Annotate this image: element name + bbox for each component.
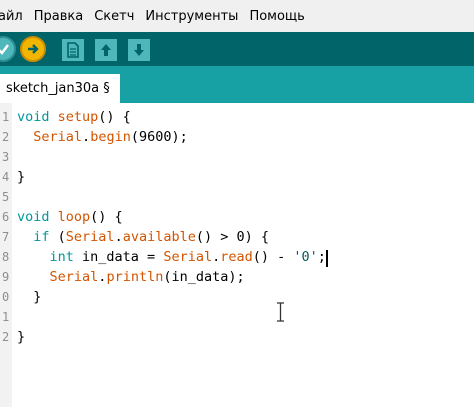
save-button[interactable] [128, 39, 150, 61]
tab-sketch[interactable]: sketch_jan30a § [0, 74, 120, 103]
menu-file[interactable]: айл [0, 9, 27, 24]
arrow-right-icon [28, 44, 39, 54]
line-number: 5 [2, 190, 10, 204]
tab-strip: sketch_jan30a § [0, 66, 474, 103]
text-caret [326, 250, 328, 267]
line-number: 3 [2, 150, 10, 164]
code-line: void setup() { [17, 109, 131, 125]
file-icon [67, 42, 79, 58]
line-number: 2 [2, 130, 10, 144]
menu-sketch[interactable]: Скетч [90, 9, 138, 24]
code-line: Serial.println(in_data); [49, 269, 245, 285]
verify-button[interactable] [0, 36, 16, 62]
line-number: 6 [2, 210, 10, 224]
check-icon [0, 44, 9, 55]
code-line: Serial.begin(9600); [33, 129, 188, 145]
text-cursor-icon [277, 302, 284, 322]
toolbar [0, 32, 474, 66]
code-line: int in_data = Serial.read() - '0'; [49, 249, 326, 265]
arrow-down-icon [134, 44, 144, 56]
upload-button[interactable] [20, 36, 46, 62]
line-number: 2 [2, 330, 10, 344]
line-number: 4 [2, 170, 10, 184]
line-number: 7 [2, 230, 10, 244]
line-number: 1 [2, 310, 10, 324]
code-line: } [17, 169, 26, 185]
code-line: } [17, 329, 26, 345]
code-editor[interactable]: 1 2 3 4 5 6 7 8 9 0 1 2 void setup() { S… [0, 103, 474, 407]
code-line: if (Serial.available() > 0) { [33, 229, 270, 245]
arrow-up-icon [101, 44, 111, 56]
menu-edit[interactable]: Правка [30, 9, 87, 24]
new-button[interactable] [62, 39, 84, 61]
line-number: 1 [2, 110, 10, 124]
menu-help[interactable]: Помощь [245, 9, 308, 24]
open-button[interactable] [95, 39, 117, 61]
tab-label: sketch_jan30a § [6, 81, 110, 96]
line-number: 8 [2, 250, 10, 264]
code-line: void loop() { [17, 209, 123, 225]
line-number: 0 [2, 290, 10, 304]
line-number: 9 [2, 270, 10, 284]
menu-bar: айл Правка Скетч Инструменты Помощь [0, 0, 474, 32]
code-line: } [17, 289, 42, 305]
menu-tools[interactable]: Инструменты [141, 9, 242, 24]
